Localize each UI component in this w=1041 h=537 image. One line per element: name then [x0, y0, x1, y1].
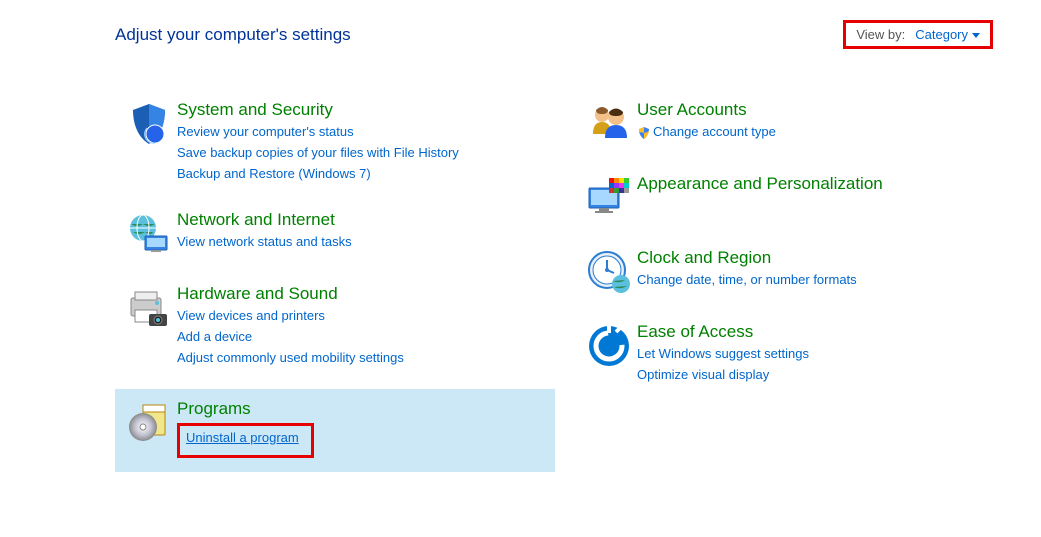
link-add-device[interactable]: Add a device	[177, 327, 549, 348]
category-clock-region: Clock and Region Change date, time, or n…	[575, 242, 1015, 302]
link-optimize-visual[interactable]: Optimize visual display	[637, 365, 1009, 386]
view-by-label: View by:	[856, 27, 905, 42]
printer-camera-icon	[121, 284, 177, 332]
category-title-system-security[interactable]: System and Security	[177, 100, 549, 120]
link-change-date-time[interactable]: Change date, time, or number formats	[637, 270, 1009, 291]
clock-globe-icon	[581, 248, 637, 296]
category-programs: Programs Uninstall a program	[115, 389, 555, 472]
category-ease-of-access: Ease of Access Let Windows suggest setti…	[575, 316, 1015, 392]
link-backup-restore[interactable]: Backup and Restore (Windows 7)	[177, 164, 549, 185]
link-devices-printers[interactable]: View devices and printers	[177, 306, 549, 327]
category-title-clock-region[interactable]: Clock and Region	[637, 248, 1009, 268]
link-change-account-type[interactable]: Change account type	[637, 122, 1009, 143]
category-title-appearance[interactable]: Appearance and Personalization	[637, 174, 1009, 194]
link-file-history[interactable]: Save backup copies of your files with Fi…	[177, 143, 549, 164]
ease-of-access-icon	[581, 322, 637, 370]
link-mobility-settings[interactable]: Adjust commonly used mobility settings	[177, 348, 549, 369]
uac-shield-icon	[637, 126, 651, 140]
chevron-down-icon	[972, 33, 980, 38]
disc-box-icon	[121, 399, 177, 447]
category-hardware-sound: Hardware and Sound View devices and prin…	[115, 278, 555, 374]
category-title-ease-of-access[interactable]: Ease of Access	[637, 322, 1009, 342]
category-system-security: System and Security Review your computer…	[115, 94, 555, 190]
category-user-accounts: User Accounts Change account type	[575, 94, 1015, 154]
category-appearance: Appearance and Personalization	[575, 168, 1015, 228]
link-review-status[interactable]: Review your computer's status	[177, 122, 549, 143]
category-network-internet: Network and Internet View network status…	[115, 204, 555, 264]
shield-icon	[121, 100, 177, 148]
link-network-status[interactable]: View network status and tasks	[177, 232, 549, 253]
monitor-colors-icon	[581, 174, 637, 222]
page-title: Adjust your computer's settings	[115, 25, 351, 45]
view-by-selector[interactable]: View by: Category	[843, 20, 993, 49]
users-icon	[581, 100, 637, 148]
view-by-value[interactable]: Category	[915, 27, 980, 42]
link-uninstall-program[interactable]: Uninstall a program	[186, 430, 299, 445]
highlight-box-uninstall: Uninstall a program	[177, 423, 314, 458]
link-suggest-settings[interactable]: Let Windows suggest settings	[637, 344, 1009, 365]
globe-network-icon	[121, 210, 177, 258]
category-title-hardware[interactable]: Hardware and Sound	[177, 284, 549, 304]
category-title-programs[interactable]: Programs	[177, 399, 549, 419]
category-title-network[interactable]: Network and Internet	[177, 210, 549, 230]
category-title-user-accounts[interactable]: User Accounts	[637, 100, 1009, 120]
